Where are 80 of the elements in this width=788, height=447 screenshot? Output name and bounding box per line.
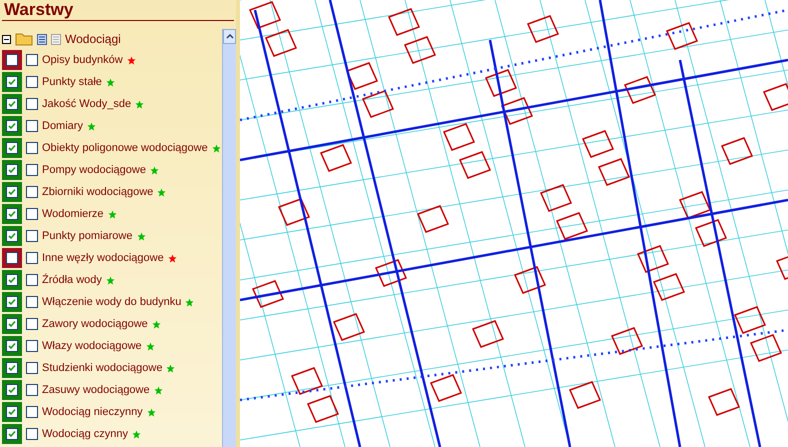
map-drawing[interactable] bbox=[240, 0, 788, 447]
visibility-checkbox[interactable] bbox=[2, 292, 22, 312]
layer-label[interactable]: Jakość Wody_sde bbox=[42, 96, 132, 112]
folder-icon bbox=[15, 32, 33, 46]
caret-icon bbox=[226, 34, 234, 39]
layer-label[interactable]: Wodomierze bbox=[42, 206, 104, 222]
layer-label[interactable]: Zawory wodociągowe bbox=[42, 316, 148, 332]
checkmark-icon bbox=[8, 386, 16, 394]
checkmark-icon bbox=[8, 232, 16, 240]
layer-label[interactable]: Punkty stałe bbox=[42, 74, 102, 90]
checkmark-icon bbox=[8, 276, 16, 284]
layer-checkbox[interactable] bbox=[26, 340, 38, 352]
visibility-checkbox[interactable] bbox=[2, 138, 22, 158]
layer-checkbox[interactable] bbox=[26, 296, 38, 308]
layer-label[interactable]: Opisy budynków bbox=[42, 52, 123, 68]
visibility-checkbox[interactable] bbox=[2, 402, 22, 422]
checkmark-icon bbox=[8, 122, 16, 130]
layer-checkbox[interactable] bbox=[26, 318, 38, 330]
visibility-checkbox[interactable] bbox=[2, 116, 22, 136]
layer-label[interactable]: Studzienki wodociągowe bbox=[42, 360, 162, 376]
visibility-checkbox[interactable] bbox=[2, 94, 22, 114]
checkmark-icon bbox=[8, 430, 16, 438]
collapse-toggle[interactable] bbox=[2, 34, 11, 44]
layer-label[interactable]: Inne węzły wodociągowe bbox=[42, 250, 164, 266]
layer-checkbox[interactable] bbox=[26, 384, 38, 396]
layer-label[interactable]: Zasuwy wodociągowe bbox=[42, 382, 150, 398]
layer-label[interactable]: Domiary bbox=[42, 118, 83, 134]
visibility-checkbox[interactable] bbox=[2, 72, 22, 92]
visibility-checkbox[interactable] bbox=[2, 248, 22, 268]
visibility-checkbox[interactable] bbox=[2, 358, 22, 378]
layer-checkbox[interactable] bbox=[26, 120, 38, 132]
checkmark-icon bbox=[8, 100, 16, 108]
layer-checkbox[interactable] bbox=[26, 274, 38, 286]
visibility-checkbox[interactable] bbox=[2, 336, 22, 356]
layer-checkbox[interactable] bbox=[26, 54, 38, 66]
layer-checkbox[interactable] bbox=[26, 186, 38, 198]
visibility-checkbox[interactable] bbox=[2, 270, 22, 290]
layer-label[interactable]: Włączenie wody do budynku bbox=[42, 294, 182, 310]
layer-label[interactable]: Punkty pomiarowe bbox=[42, 228, 132, 244]
visibility-checkbox[interactable] bbox=[2, 204, 22, 224]
visibility-checkbox[interactable] bbox=[2, 314, 22, 334]
layer-checkbox[interactable] bbox=[26, 362, 38, 374]
layer-checkbox[interactable] bbox=[26, 252, 38, 264]
visibility-checkbox[interactable] bbox=[2, 182, 22, 202]
layer-label[interactable]: Zbiorniki wodociągowe bbox=[42, 184, 154, 200]
visibility-checkbox[interactable] bbox=[2, 424, 22, 444]
visibility-checkbox[interactable] bbox=[2, 50, 22, 70]
layer-label[interactable]: Obiekty poligonowe wodociągowe bbox=[42, 140, 208, 156]
checkmark-icon bbox=[8, 188, 16, 196]
visibility-checkbox[interactable] bbox=[2, 160, 22, 180]
legend-icon bbox=[37, 34, 47, 44]
layer-checkbox[interactable] bbox=[26, 98, 38, 110]
checkmark-icon bbox=[8, 342, 16, 350]
scroll-up-button[interactable] bbox=[223, 29, 236, 44]
layer-checkbox[interactable] bbox=[26, 208, 38, 220]
checkmark-icon bbox=[8, 408, 16, 416]
checkmark-icon bbox=[8, 320, 16, 328]
group-label[interactable]: Wodociągi bbox=[65, 30, 121, 48]
checkmark-icon bbox=[8, 298, 16, 306]
layer-checkbox[interactable] bbox=[26, 164, 38, 176]
checkmark-icon bbox=[8, 210, 16, 218]
layer-label[interactable]: Wodociąg nieczynny bbox=[42, 404, 143, 420]
scrollbar[interactable] bbox=[222, 29, 236, 447]
checkmark-icon bbox=[8, 166, 16, 174]
layer-checkbox[interactable] bbox=[26, 76, 38, 88]
checkmark-icon bbox=[8, 364, 16, 372]
layer-label[interactable]: Pompy wodociągowe bbox=[42, 162, 146, 178]
layer-label[interactable]: Włazy wodociągowe bbox=[42, 338, 142, 354]
panel-title: Warstwy bbox=[2, 0, 234, 21]
layer-checkbox[interactable] bbox=[26, 406, 38, 418]
checkmark-icon bbox=[8, 144, 16, 152]
layer-checkbox[interactable] bbox=[26, 142, 38, 154]
visibility-checkbox[interactable] bbox=[2, 380, 22, 400]
layer-label[interactable]: Wodociąg czynny bbox=[42, 426, 128, 442]
layer-checkbox[interactable] bbox=[26, 230, 38, 242]
checkmark-icon bbox=[8, 78, 16, 86]
document-icon bbox=[51, 34, 61, 44]
visibility-checkbox[interactable] bbox=[2, 226, 22, 246]
layer-checkbox[interactable] bbox=[26, 428, 38, 440]
layer-label[interactable]: Źródła wody bbox=[42, 272, 102, 288]
